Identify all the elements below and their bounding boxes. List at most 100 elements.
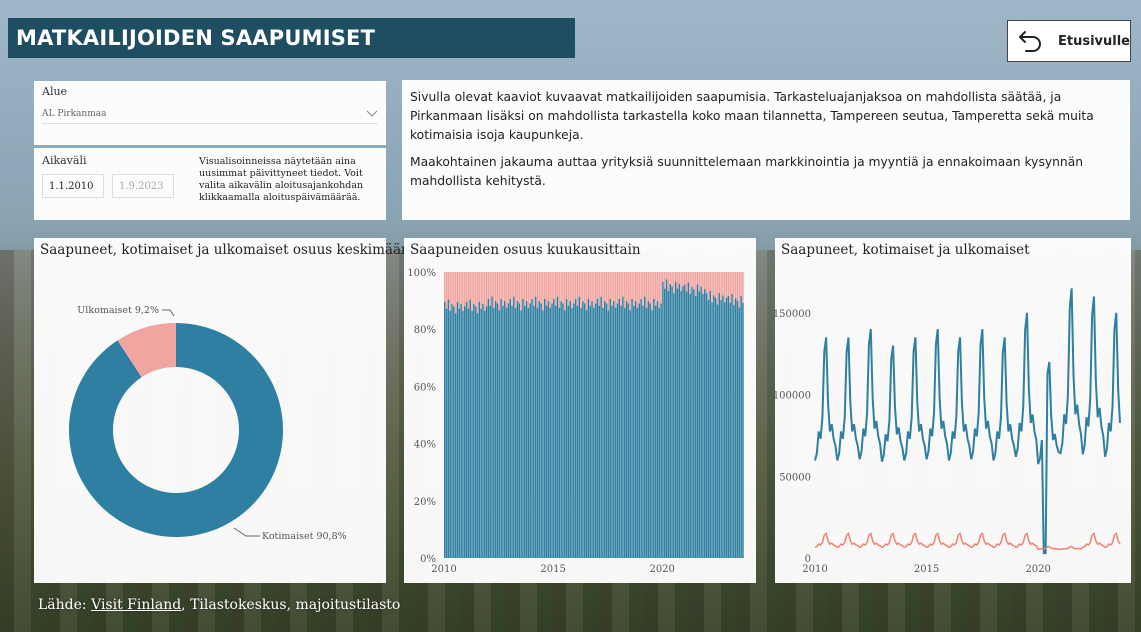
- bar-foreign: [711, 272, 713, 303]
- bar-domestic: [625, 301, 628, 558]
- bar-domestic: [684, 284, 686, 558]
- region-dropdown[interactable]: AL Pirkanmaa: [42, 105, 378, 124]
- bar-domestic: [685, 291, 688, 558]
- bar-foreign: [591, 272, 593, 302]
- bar-foreign: [653, 272, 655, 299]
- bar-domestic: [520, 310, 522, 558]
- bar-domestic: [538, 301, 541, 558]
- bar-chart-panel: Saapuneiden osuus kuukausittain 0% 20% 40%…: [404, 238, 756, 583]
- bar-foreign: [582, 272, 584, 302]
- bar-foreign: [465, 272, 468, 302]
- bar-foreign: [731, 272, 733, 294]
- bar-domestic: [502, 305, 504, 558]
- bar-domestic: [733, 305, 735, 558]
- bar-domestic: [651, 310, 653, 558]
- bar-domestic: [558, 308, 561, 558]
- bar-foreign: [525, 272, 528, 302]
- bar-domestic: [742, 302, 744, 558]
- bar-domestic: [474, 306, 477, 558]
- bar-domestic: [678, 284, 681, 558]
- bar-domestic: [553, 298, 555, 558]
- bar-domestic: [593, 308, 595, 558]
- bar-foreign: [593, 272, 595, 309]
- description-paragraph-2: Maakohtainen jakauma auttaa yrityksiä su…: [410, 155, 1084, 188]
- bar-foreign: [704, 272, 706, 290]
- bar-domestic: [605, 303, 608, 558]
- bar-domestic: [696, 284, 699, 558]
- bar-foreign: [482, 272, 484, 305]
- bar-domestic: [591, 301, 593, 558]
- bar-foreign: [553, 272, 555, 299]
- bar-foreign: [509, 272, 511, 299]
- donut-chart-panel: Saapuneet, kotimaiset ja ulkomaiset osuu…: [34, 238, 421, 583]
- bar-foreign: [502, 272, 504, 306]
- bar-domestic: [487, 298, 490, 558]
- bar-domestic: [644, 296, 646, 558]
- bar-domestic: [469, 299, 471, 558]
- bar-foreign: [522, 272, 524, 299]
- line-foreign: [814, 532, 1121, 551]
- bar-domestic: [467, 308, 470, 558]
- bar-domestic: [667, 290, 670, 558]
- bar-foreign: [564, 272, 566, 311]
- bar-domestic: [533, 305, 535, 558]
- bar-foreign: [496, 272, 499, 304]
- x-tick-label: 2020: [1025, 564, 1050, 575]
- bar-domestic: [638, 303, 641, 558]
- bar-foreign: [456, 272, 459, 302]
- bar-domestic: [527, 308, 530, 558]
- bar-foreign: [449, 272, 451, 311]
- description-panel: Sivulla olevat kaaviot kuvaavat matkaili…: [402, 80, 1130, 220]
- end-date-input[interactable]: 1.9.2023: [112, 174, 174, 198]
- bar-domestic: [676, 288, 679, 558]
- bar-foreign: [707, 272, 710, 301]
- bar-foreign: [536, 272, 539, 309]
- bar-foreign: [689, 272, 691, 294]
- bar-foreign: [702, 272, 704, 294]
- bar-domestic: [718, 293, 721, 558]
- bar-domestic: [584, 303, 586, 558]
- bar-domestic: [664, 288, 666, 558]
- bar-domestic: [700, 286, 702, 558]
- bar-domestic: [574, 298, 577, 558]
- bar-foreign: [636, 272, 639, 309]
- description-paragraph-1: Sivulla olevat kaaviot kuvaavat matkaili…: [410, 90, 1094, 142]
- bar-foreign: [642, 272, 644, 306]
- bar-domestic: [738, 307, 741, 558]
- bar-foreign: [478, 272, 481, 302]
- bar-domestic: [516, 301, 519, 558]
- bar-foreign: [651, 272, 653, 311]
- bar-domestic: [465, 301, 468, 558]
- bar-foreign: [644, 272, 646, 297]
- bar-foreign: [622, 272, 624, 297]
- bar-foreign: [567, 272, 570, 306]
- bar-domestic: [524, 305, 526, 558]
- donut-label-ulkomaiset: Ulkomaiset 9,2%: [77, 305, 159, 316]
- bar-domestic: [611, 305, 613, 558]
- bar-domestic: [589, 305, 591, 558]
- bar-foreign: [716, 272, 719, 305]
- bar-domestic: [578, 296, 581, 558]
- start-date-input[interactable]: 1.1.2010: [42, 174, 104, 198]
- bar-foreign: [684, 272, 686, 285]
- chevron-down-icon: [366, 110, 378, 117]
- bar-domestic: [564, 310, 566, 558]
- bar-domestic: [529, 303, 531, 558]
- home-button[interactable]: Etusivulle: [1007, 20, 1131, 62]
- bar-foreign: [658, 272, 661, 309]
- bar-foreign: [596, 272, 599, 299]
- visit-finland-link[interactable]: Visit Finland: [91, 597, 181, 613]
- bar-domestic: [493, 308, 495, 558]
- bar-foreign: [605, 272, 608, 304]
- bar-domestic: [445, 308, 448, 558]
- bar-foreign: [527, 272, 530, 309]
- bar-foreign: [654, 272, 657, 306]
- bar-domestic: [522, 298, 524, 558]
- bar-foreign: [722, 272, 724, 296]
- bar-foreign: [649, 272, 651, 304]
- bar-foreign: [667, 272, 670, 291]
- bar-domestic: [518, 303, 521, 558]
- bar-domestic: [480, 308, 482, 558]
- bar-domestic: [729, 302, 731, 558]
- bar-domestic: [462, 310, 464, 558]
